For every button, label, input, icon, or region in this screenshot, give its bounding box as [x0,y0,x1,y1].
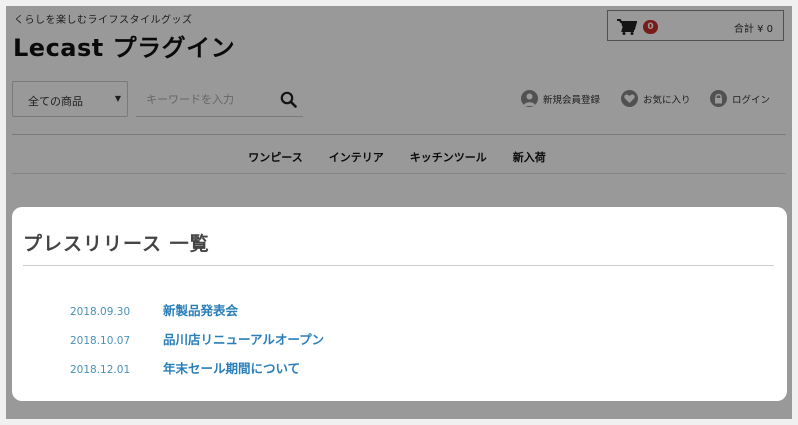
release-title-link[interactable]: 新製品発表会 [163,300,238,319]
modal-divider [23,265,774,266]
release-item[interactable]: 2018.09.30 新製品発表会 [70,300,238,319]
release-date: 2018.09.30 [70,306,131,318]
release-date: 2018.10.07 [70,335,131,347]
release-date: 2018.12.01 [70,364,131,376]
release-title-link[interactable]: 年末セール期間について [163,358,300,377]
release-title-link[interactable]: 品川店リニューアルオープン [163,329,324,348]
release-item[interactable]: 2018.12.01 年末セール期間について [70,358,300,377]
release-item[interactable]: 2018.10.07 品川店リニューアルオープン [70,329,324,348]
press-release-modal: プレスリリース 一覧 2018.09.30 新製品発表会 2018.10.07 … [12,207,787,401]
modal-title: プレスリリース 一覧 [23,233,210,255]
